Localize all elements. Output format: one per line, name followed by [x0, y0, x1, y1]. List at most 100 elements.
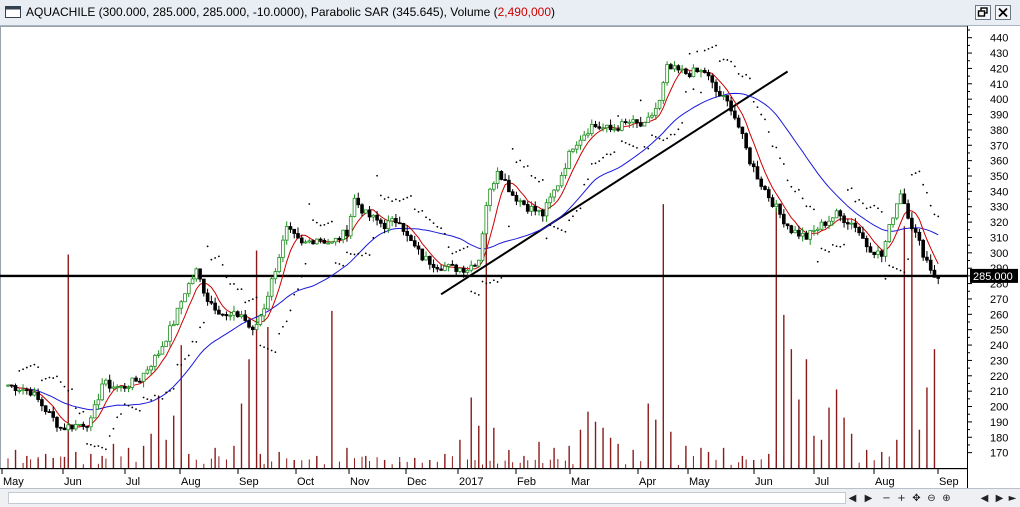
sar-dot — [771, 145, 774, 148]
sar-dot — [854, 200, 857, 203]
zoom-reset-icon[interactable]: ⊖ — [925, 492, 938, 505]
page-end-icon[interactable]: ► — [1006, 492, 1019, 505]
sar-dot — [297, 288, 299, 291]
sar-dot — [361, 254, 363, 257]
sar-dot — [929, 204, 932, 207]
candle-body — [62, 427, 67, 431]
candle-body — [774, 203, 779, 207]
candle-body — [92, 404, 97, 419]
candle-body — [465, 269, 470, 273]
price-tick-label: 210 — [990, 386, 1008, 398]
sar-dot — [346, 251, 348, 254]
price-tick-label: 200 — [990, 402, 1008, 414]
candle-body — [616, 128, 620, 131]
page-left-icon[interactable]: ◀ — [978, 492, 991, 505]
scroll-right-icon[interactable]: ▶ — [862, 492, 875, 505]
candle-body — [149, 365, 153, 371]
candle-body — [412, 240, 417, 247]
sar-dot — [654, 136, 657, 138]
candle-body — [454, 264, 458, 272]
time-tick-label: Jun — [755, 476, 773, 488]
sar-dot — [86, 443, 88, 445]
sar-dot — [624, 141, 627, 144]
horizontal-scrollbar[interactable]: ◀ ▶ − + ✥ ⊖ ⊕ ◀ ▶ ► — [0, 488, 1020, 507]
sar-dot — [858, 199, 861, 201]
time-tick-label: May — [3, 476, 24, 488]
candle-body — [243, 314, 248, 321]
sar-dot — [481, 280, 484, 283]
candle-body — [51, 411, 55, 418]
sar-dot — [462, 247, 465, 250]
sar-dot — [511, 148, 514, 150]
sar-dot — [474, 292, 476, 295]
price-chart[interactable]: 1701801902002102202302402502602702802903… — [0, 26, 1020, 488]
sar-dot — [831, 243, 834, 246]
sar-dot — [443, 232, 446, 235]
candle-body — [601, 127, 605, 130]
candle-body — [258, 315, 263, 325]
candle-body — [895, 203, 899, 219]
candle-body — [288, 226, 293, 230]
candle-body — [759, 178, 764, 187]
candle-body — [25, 389, 29, 392]
sar-dot — [470, 290, 473, 293]
restore-icon — [977, 7, 988, 17]
page-right-icon[interactable]: ▶ — [993, 492, 1006, 505]
candle-body — [868, 246, 873, 253]
candle-body — [815, 228, 820, 231]
price-tick-label: 420 — [990, 63, 1008, 75]
zoom-out-icon[interactable]: − — [880, 492, 893, 505]
candle-body — [458, 267, 462, 272]
sar-dot — [459, 249, 461, 252]
candle-body — [220, 313, 225, 316]
candle-body — [224, 314, 229, 317]
candle-body — [812, 230, 816, 232]
candle-body — [906, 203, 910, 219]
candle-body — [47, 411, 52, 413]
candle-body — [21, 389, 25, 392]
candle-body — [247, 320, 251, 328]
scroll-left-icon[interactable]: ◀ — [846, 492, 859, 505]
sar-dot — [594, 162, 597, 165]
candle-body — [81, 423, 86, 427]
sar-dot — [692, 88, 695, 91]
pan-icon[interactable]: ✥ — [910, 492, 923, 505]
sar-dot — [285, 320, 288, 323]
candle-body — [156, 353, 161, 356]
sar-dot — [553, 225, 555, 228]
restore-button[interactable] — [975, 5, 991, 20]
sar-dot — [248, 299, 250, 302]
sar-dot — [632, 145, 635, 148]
candle-body — [879, 250, 884, 257]
candle-body — [179, 301, 184, 309]
candle-body — [40, 399, 44, 407]
sar-dot — [843, 243, 845, 246]
candle-body — [804, 232, 809, 240]
sar-dot — [368, 254, 371, 256]
candle-body — [439, 268, 443, 271]
sar-dot — [590, 162, 593, 165]
candle-body — [574, 144, 579, 150]
price-tick-label: 440 — [990, 33, 1008, 45]
sar-dot — [530, 174, 533, 177]
candle-body — [917, 231, 922, 241]
time-tick-label: Nov — [350, 476, 370, 488]
candle-body — [706, 72, 711, 77]
zoom-fit-icon[interactable]: ⊕ — [940, 492, 953, 505]
candle-body — [495, 171, 500, 184]
candle-body — [115, 386, 120, 389]
candle-body — [800, 232, 805, 237]
sar-dot — [696, 50, 699, 53]
scroll-track[interactable] — [8, 492, 846, 504]
candle-body — [443, 265, 447, 271]
sar-dot — [899, 269, 902, 272]
candle-body — [770, 197, 775, 207]
sar-dot — [801, 197, 804, 200]
candle-body — [469, 264, 474, 271]
zoom-in-icon[interactable]: + — [895, 492, 908, 505]
close-button[interactable] — [995, 5, 1011, 20]
sar-dot — [703, 49, 706, 52]
candle-body — [100, 383, 104, 401]
sar-dot — [805, 205, 808, 208]
sar-dot — [323, 223, 326, 226]
